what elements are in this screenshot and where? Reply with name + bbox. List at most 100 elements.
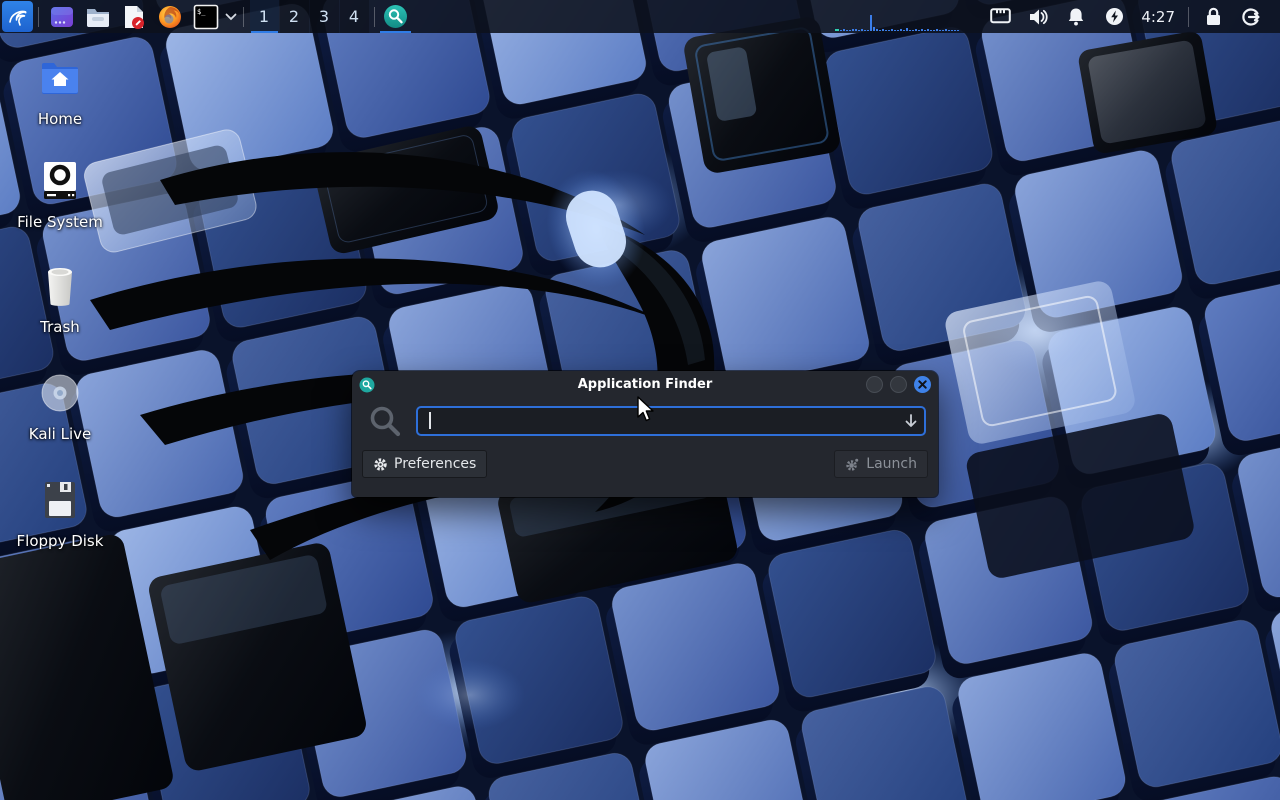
desktop-icon-floppy-disk[interactable]: Floppy Disk <box>8 477 112 550</box>
cpu-bar <box>858 30 860 31</box>
workspace-button-2[interactable]: 2 <box>280 0 309 33</box>
cpu-bar <box>855 29 857 31</box>
desktop-icon-kali-live[interactable]: Kali Live <box>8 370 112 443</box>
workspace-button-1[interactable]: 1 <box>250 0 279 33</box>
workspace-label: 4 <box>349 7 359 26</box>
cpu-bar <box>939 30 941 31</box>
network-icon <box>990 8 1011 25</box>
desktop-icon-home[interactable]: Home <box>8 55 112 128</box>
cpu-bar <box>915 29 917 31</box>
applications-menu-button[interactable] <box>2 1 33 32</box>
desktop-icon-label: Kali Live <box>8 425 112 443</box>
cpu-bar <box>888 30 890 31</box>
search-icon <box>368 404 402 438</box>
workspace-label: 2 <box>289 7 299 26</box>
workspace-label: 1 <box>259 7 269 26</box>
panel-separator <box>1188 7 1189 27</box>
desktop-icon-label: Trash <box>8 318 112 336</box>
cpu-bar <box>885 30 887 31</box>
cpu-bar <box>951 30 953 31</box>
panel-separator <box>243 7 244 27</box>
cpu-bar <box>930 30 932 31</box>
floppy-disk-icon <box>38 478 82 522</box>
system-load-monitor[interactable] <box>835 0 967 33</box>
dropdown-arrow-icon[interactable] <box>903 413 919 429</box>
preferences-button[interactable]: Preferences <box>362 450 487 478</box>
search-input[interactable] <box>416 406 926 436</box>
file-manager-icon <box>85 6 111 28</box>
cpu-bar <box>861 29 863 31</box>
desktop-icon-trash[interactable]: Trash <box>8 263 112 336</box>
desktop-icon-file-system[interactable]: File System <box>8 158 112 231</box>
cpu-bar <box>846 30 848 31</box>
maximize-button[interactable] <box>890 376 907 393</box>
cpu-bar <box>906 28 908 31</box>
lock-screen-button[interactable] <box>1202 0 1224 33</box>
app-drawer-icon <box>49 4 75 30</box>
search-launcher-icon <box>383 4 408 29</box>
launch-button[interactable]: Launch <box>834 450 928 478</box>
hard-drive-icon <box>38 159 82 203</box>
lock-icon <box>1205 7 1222 26</box>
terminal-dropdown-button[interactable] <box>224 1 238 32</box>
cpu-bar <box>942 30 944 31</box>
cpu-bar <box>948 30 950 31</box>
launcher-file-manager[interactable] <box>85 1 112 32</box>
cpu-bar <box>918 30 920 31</box>
window-icon <box>359 377 375 393</box>
cpu-bar <box>870 15 872 31</box>
titlebar[interactable]: Application Finder <box>352 371 938 398</box>
power-manager-tray-button[interactable] <box>1103 0 1125 33</box>
notifications-tray-button[interactable] <box>1065 0 1087 33</box>
cpu-bar <box>900 29 902 31</box>
home-folder-icon <box>38 56 82 100</box>
launcher-app-drawer[interactable] <box>49 1 76 32</box>
launcher-text-editor[interactable] <box>121 1 148 32</box>
minimize-button[interactable] <box>866 376 883 393</box>
cpu-bar <box>867 30 869 31</box>
cpu-bar <box>891 29 893 31</box>
bell-icon <box>1067 7 1085 26</box>
cpu-bar <box>927 29 929 31</box>
cpu-bar <box>835 29 839 31</box>
cpu-bar <box>912 30 914 31</box>
workspace-button-4[interactable]: 4 <box>340 0 369 33</box>
cpu-bar <box>954 30 956 31</box>
close-button[interactable] <box>914 376 931 393</box>
trash-icon <box>38 263 82 309</box>
cpu-bar <box>879 30 881 31</box>
preferences-label: Preferences <box>394 456 476 472</box>
cpu-bar <box>849 30 851 31</box>
kali-logo-icon <box>6 5 30 29</box>
cpu-bar <box>840 30 842 31</box>
launch-gear-icon <box>845 457 860 472</box>
cpu-bar <box>924 30 926 31</box>
log-out-button[interactable] <box>1240 0 1262 33</box>
panel-clock[interactable]: 4:27 <box>1141 8 1175 26</box>
volume-tray-button[interactable] <box>1027 0 1049 33</box>
firefox-icon <box>157 4 183 30</box>
workspace-button-3[interactable]: 3 <box>310 0 339 33</box>
desktop-icon-label: File System <box>8 213 112 231</box>
cpu-bar <box>876 29 878 31</box>
application-finder-window: Application Finder <box>352 371 938 497</box>
window-title: Application Finder <box>352 377 938 392</box>
panel-separator <box>38 7 39 27</box>
chevron-down-icon <box>225 13 237 21</box>
volume-icon <box>1028 8 1048 26</box>
workspace-label: 3 <box>319 7 329 26</box>
launcher-terminal[interactable]: $_ <box>193 1 220 32</box>
terminal-icon: $_ <box>193 4 219 30</box>
close-icon <box>918 380 927 389</box>
cpu-bar <box>936 29 938 31</box>
cpu-bar <box>903 30 905 31</box>
application-finder-launcher[interactable] <box>380 0 411 33</box>
launcher-web-browser[interactable] <box>157 1 184 32</box>
log-out-icon <box>1241 7 1261 27</box>
desktop-icon-label: Home <box>8 110 112 128</box>
cpu-bar <box>843 29 845 31</box>
cpu-bar <box>945 29 947 31</box>
network-tray-button[interactable] <box>989 0 1011 33</box>
cpu-bar <box>909 30 911 31</box>
cpu-bar <box>957 30 959 31</box>
